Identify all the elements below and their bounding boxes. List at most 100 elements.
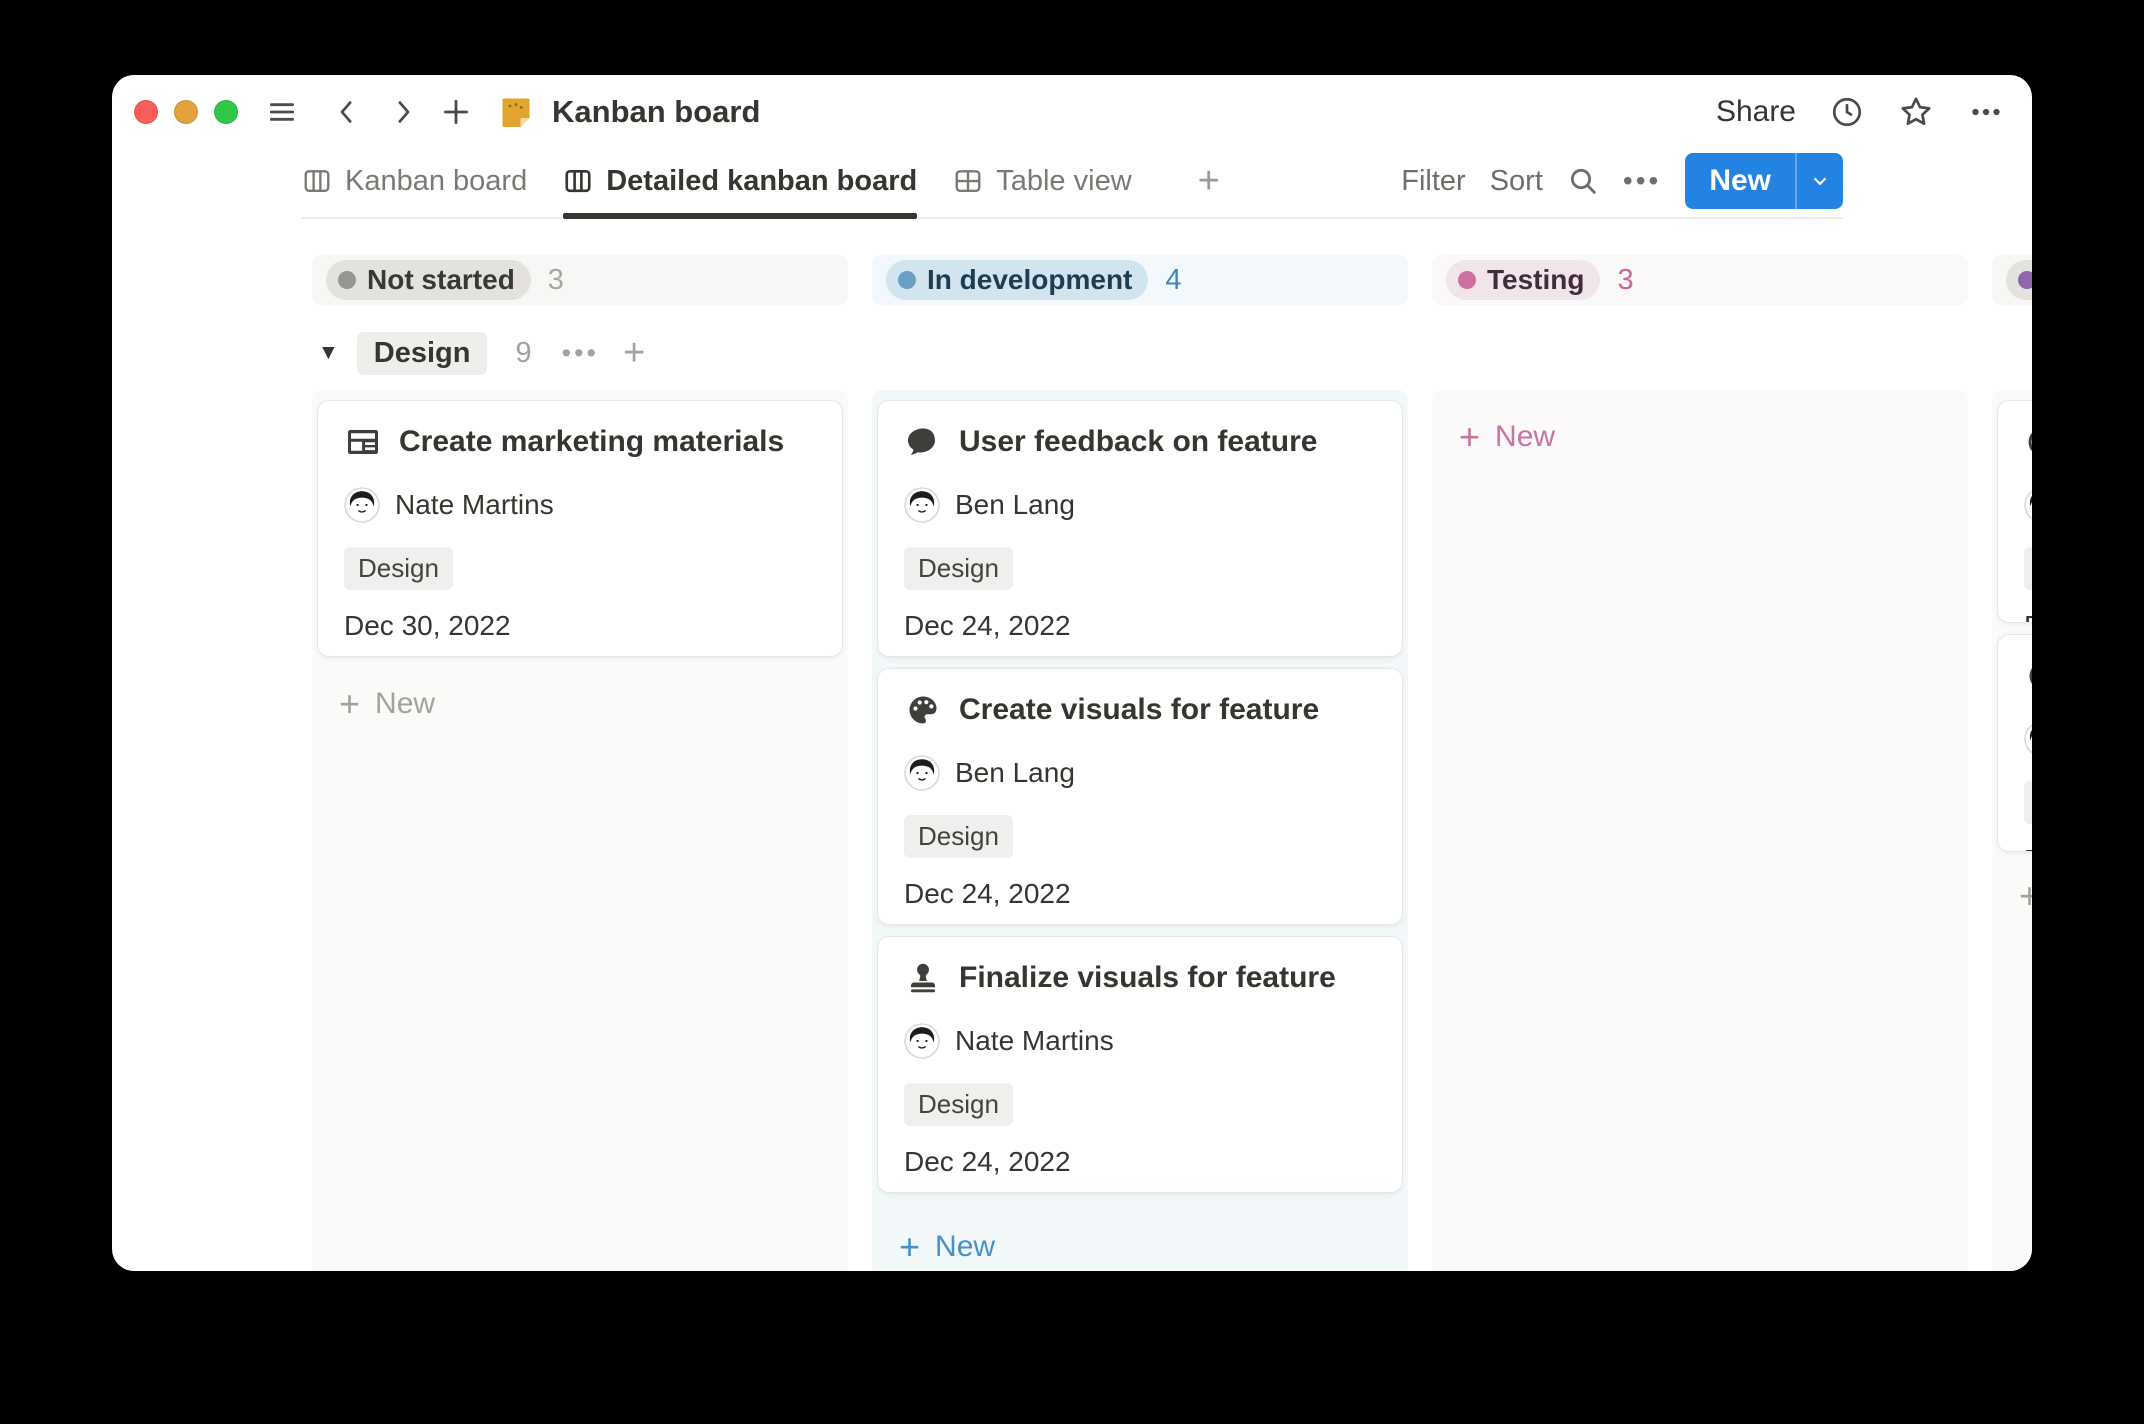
- avatar: [2024, 721, 2032, 757]
- back-icon[interactable]: [332, 95, 362, 129]
- more-options-icon[interactable]: [1968, 94, 2004, 130]
- plus-icon: +: [899, 1229, 920, 1265]
- column-header: In development 4: [872, 255, 1408, 305]
- kanban-card[interactable]: Finalize visuals for feature Nate Martin…: [877, 936, 1403, 1193]
- card-title: Finalize visuals for feature: [959, 961, 1336, 995]
- tab-kanban-board[interactable]: Kanban board: [302, 145, 527, 217]
- search-icon[interactable]: [1567, 165, 1599, 197]
- status-badge[interactable]: [2006, 260, 2032, 300]
- page-title: Kanban board: [552, 94, 760, 130]
- add-card-button[interactable]: + New: [315, 680, 845, 728]
- column-testing: Testing 3 + New: [1432, 217, 1968, 1271]
- status-dot-icon: [338, 271, 356, 289]
- kanban-board: Not started 3 Create marketing materials: [112, 217, 2032, 1271]
- tab-label: Kanban board: [345, 165, 527, 198]
- avatar: [344, 487, 380, 523]
- kanban-card[interactable]: Create marketing materials Nate Martins …: [317, 400, 843, 657]
- tag-design: Design: [2024, 781, 2032, 824]
- column-count: 4: [1165, 264, 1181, 297]
- view-controls: Filter Sort ••• New: [1401, 153, 1843, 209]
- assignee-name: Ben Lang: [955, 489, 1075, 521]
- add-card-button[interactable]: + New: [1435, 413, 1965, 461]
- tab-label: Detailed kanban board: [606, 165, 917, 198]
- view-more-icon[interactable]: •••: [1623, 165, 1661, 197]
- titlebar: Kanban board Share: [112, 75, 2032, 149]
- group-badge[interactable]: Design: [357, 332, 488, 375]
- clock-icon[interactable]: [1830, 95, 1864, 129]
- sort-button[interactable]: Sort: [1490, 165, 1543, 198]
- close-window-button[interactable]: [134, 100, 158, 124]
- view-tabs: Kanban board Detailed kanban board Table…: [302, 145, 1220, 217]
- zoom-window-button[interactable]: [214, 100, 238, 124]
- view-toolbar: Kanban board Detailed kanban board Table…: [302, 145, 1843, 219]
- note-icon: [498, 94, 534, 130]
- assignee-name: Nate Martins: [395, 489, 554, 521]
- plus-icon: +: [339, 686, 360, 722]
- tag-design: Design: [904, 815, 1013, 858]
- tab-table-view[interactable]: Table view: [953, 145, 1131, 217]
- minimize-window-button[interactable]: [174, 100, 198, 124]
- add-card-button[interactable]: + New: [875, 1223, 1405, 1271]
- frame-icon: [344, 423, 382, 461]
- kanban-card[interactable]: Create visuals for feature Ben Lang Desi…: [877, 668, 1403, 925]
- forward-icon[interactable]: [388, 95, 418, 129]
- due-date: Dec: [2024, 610, 2032, 623]
- avatar: [904, 1023, 940, 1059]
- status-dot-icon: [1458, 271, 1476, 289]
- dark-circle-icon: [2024, 657, 2032, 695]
- share-button[interactable]: Share: [1716, 95, 1796, 129]
- board-view-icon: [563, 166, 593, 196]
- filter-button[interactable]: Filter: [1401, 165, 1465, 198]
- group-count: 9: [515, 337, 531, 370]
- due-date: Dec 24, 2022: [904, 610, 1376, 642]
- due-date: Dec 30, 2022: [344, 610, 816, 642]
- group-row-design: ▼ Design 9 ••• +: [312, 325, 645, 381]
- target-icon: [2024, 423, 2032, 461]
- new-button[interactable]: New: [1685, 153, 1843, 209]
- status-badge[interactable]: Testing: [1446, 260, 1600, 300]
- avatar: [904, 487, 940, 523]
- column-clipped: Design Dec: [1992, 217, 2032, 1271]
- avatar: [904, 755, 940, 791]
- table-view-icon: [953, 166, 983, 196]
- column-body: + New: [1432, 390, 1968, 1271]
- speech-bubble-icon: [904, 423, 942, 461]
- tag-design: Design: [904, 1083, 1013, 1126]
- column-header: [1992, 255, 2032, 305]
- card-title: User feedback on feature: [959, 425, 1317, 459]
- palette-icon: [904, 691, 942, 729]
- kanban-card[interactable]: Design Dec: [1997, 400, 2032, 623]
- assignee-name: Ben Lang: [955, 757, 1075, 789]
- new-button-label[interactable]: New: [1685, 153, 1795, 209]
- due-date: Dec: [2024, 844, 2032, 852]
- status-badge[interactable]: Not started: [326, 260, 531, 300]
- board-view-icon: [302, 166, 332, 196]
- group-more-icon[interactable]: •••: [562, 338, 599, 369]
- add-view-icon[interactable]: +: [1198, 160, 1220, 203]
- new-dropdown-button[interactable]: [1795, 153, 1843, 209]
- collapse-triangle-icon[interactable]: ▼: [318, 341, 339, 365]
- kanban-card[interactable]: User feedback on feature Ben Lang Design…: [877, 400, 1403, 657]
- column-in-development: In development 4 User feedback on featur…: [872, 217, 1408, 1271]
- tag-design: Design: [904, 547, 1013, 590]
- tag-design: Design: [2024, 547, 2032, 590]
- add-card-button[interactable]: +: [1995, 872, 2032, 920]
- status-dot-icon: [2018, 271, 2032, 289]
- kanban-card[interactable]: Design Dec: [1997, 634, 2032, 852]
- plus-icon: +: [2019, 878, 2032, 914]
- column-body: Design Dec: [1992, 390, 2032, 1271]
- favorite-star-icon[interactable]: [1898, 94, 1934, 130]
- tag-design: Design: [344, 547, 453, 590]
- column-header: Testing 3: [1432, 255, 1968, 305]
- app-window: Kanban board Share Kanban board: [112, 75, 2032, 1271]
- menu-icon[interactable]: [266, 96, 298, 128]
- due-date: Dec 24, 2022: [904, 878, 1376, 910]
- status-badge[interactable]: In development: [886, 260, 1148, 300]
- tab-detailed-kanban-board[interactable]: Detailed kanban board: [563, 145, 917, 217]
- group-add-icon[interactable]: +: [623, 334, 645, 372]
- assignee-name: Nate Martins: [955, 1025, 1114, 1057]
- status-dot-icon: [898, 271, 916, 289]
- column-count: 3: [548, 264, 564, 297]
- column-count: 3: [1617, 264, 1633, 297]
- new-page-icon[interactable]: [440, 96, 472, 128]
